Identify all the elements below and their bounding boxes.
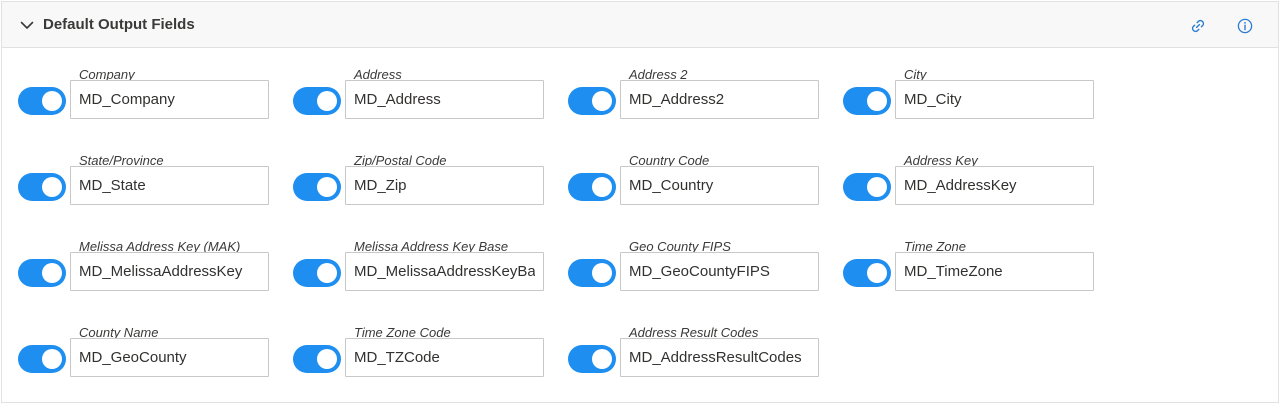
link-icon[interactable] [1189, 17, 1207, 35]
field-name-input[interactable] [345, 80, 544, 119]
output-field: Melissa Address Key (MAK) [18, 239, 270, 309]
output-field: City [843, 67, 1095, 137]
default-output-fields-panel: Default Output Fields Company Address Addr… [1, 1, 1279, 403]
output-field: Zip/Postal Code [293, 153, 545, 223]
chevron-down-icon[interactable] [19, 17, 35, 33]
field-enable-toggle[interactable] [568, 173, 616, 201]
field-enable-toggle[interactable] [568, 345, 616, 373]
field-name-input[interactable] [895, 166, 1094, 205]
toggle-knob [42, 177, 62, 197]
toggle-knob [42, 91, 62, 111]
field-name-input[interactable] [70, 252, 269, 291]
output-field: Geo County FIPS [568, 239, 820, 309]
field-name-input[interactable] [345, 252, 544, 291]
toggle-knob [867, 177, 887, 197]
field-name-input[interactable] [70, 338, 269, 377]
field-enable-toggle[interactable] [18, 87, 66, 115]
field-enable-toggle[interactable] [293, 345, 341, 373]
field-enable-toggle[interactable] [293, 87, 341, 115]
field-name-input[interactable] [70, 80, 269, 119]
output-field: Address [293, 67, 545, 137]
field-name-input[interactable] [620, 166, 819, 205]
toggle-knob [317, 263, 337, 283]
field-name-input[interactable] [345, 338, 544, 377]
field-enable-toggle[interactable] [18, 345, 66, 373]
output-field: Time Zone [843, 239, 1095, 309]
field-name-input[interactable] [345, 166, 544, 205]
output-field: Address Result Codes [568, 325, 820, 395]
panel-title: Default Output Fields [43, 16, 195, 33]
output-field: Melissa Address Key Base [293, 239, 545, 309]
panel-header[interactable]: Default Output Fields [2, 2, 1278, 48]
toggle-knob [317, 349, 337, 369]
field-name-input[interactable] [620, 338, 819, 377]
field-enable-toggle[interactable] [843, 173, 891, 201]
field-name-input[interactable] [895, 80, 1094, 119]
field-name-input[interactable] [895, 252, 1094, 291]
field-enable-toggle[interactable] [843, 87, 891, 115]
output-field: County Name [18, 325, 270, 395]
field-name-input[interactable] [620, 80, 819, 119]
output-field: State/Province [18, 153, 270, 223]
toggle-knob [317, 177, 337, 197]
output-field: Address Key [843, 153, 1095, 223]
toggle-knob [592, 91, 612, 111]
toggle-knob [867, 263, 887, 283]
field-enable-toggle[interactable] [293, 173, 341, 201]
toggle-knob [592, 349, 612, 369]
toggle-knob [42, 263, 62, 283]
field-enable-toggle[interactable] [568, 87, 616, 115]
field-enable-toggle[interactable] [293, 259, 341, 287]
output-field: Address 2 [568, 67, 820, 137]
field-enable-toggle[interactable] [568, 259, 616, 287]
field-enable-toggle[interactable] [843, 259, 891, 287]
toggle-knob [317, 91, 337, 111]
field-enable-toggle[interactable] [18, 173, 66, 201]
output-field: Time Zone Code [293, 325, 545, 395]
field-name-input[interactable] [70, 166, 269, 205]
field-name-input[interactable] [620, 252, 819, 291]
output-field: Country Code [568, 153, 820, 223]
field-enable-toggle[interactable] [18, 259, 66, 287]
toggle-knob [592, 263, 612, 283]
toggle-knob [592, 177, 612, 197]
toggle-knob [867, 91, 887, 111]
info-icon[interactable] [1236, 17, 1254, 35]
toggle-knob [42, 349, 62, 369]
output-field: Company [18, 67, 270, 137]
